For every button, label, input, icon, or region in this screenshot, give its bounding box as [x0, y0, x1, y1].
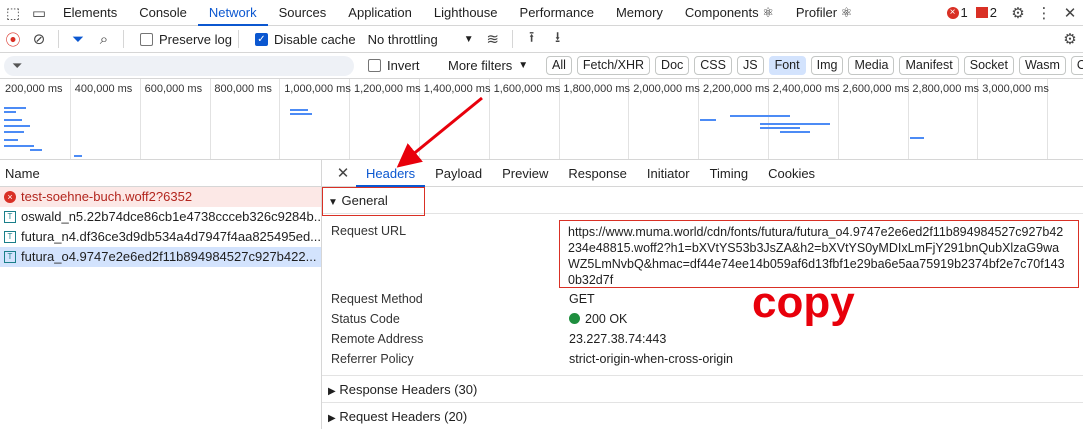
annotation-arrow [396, 96, 483, 168]
